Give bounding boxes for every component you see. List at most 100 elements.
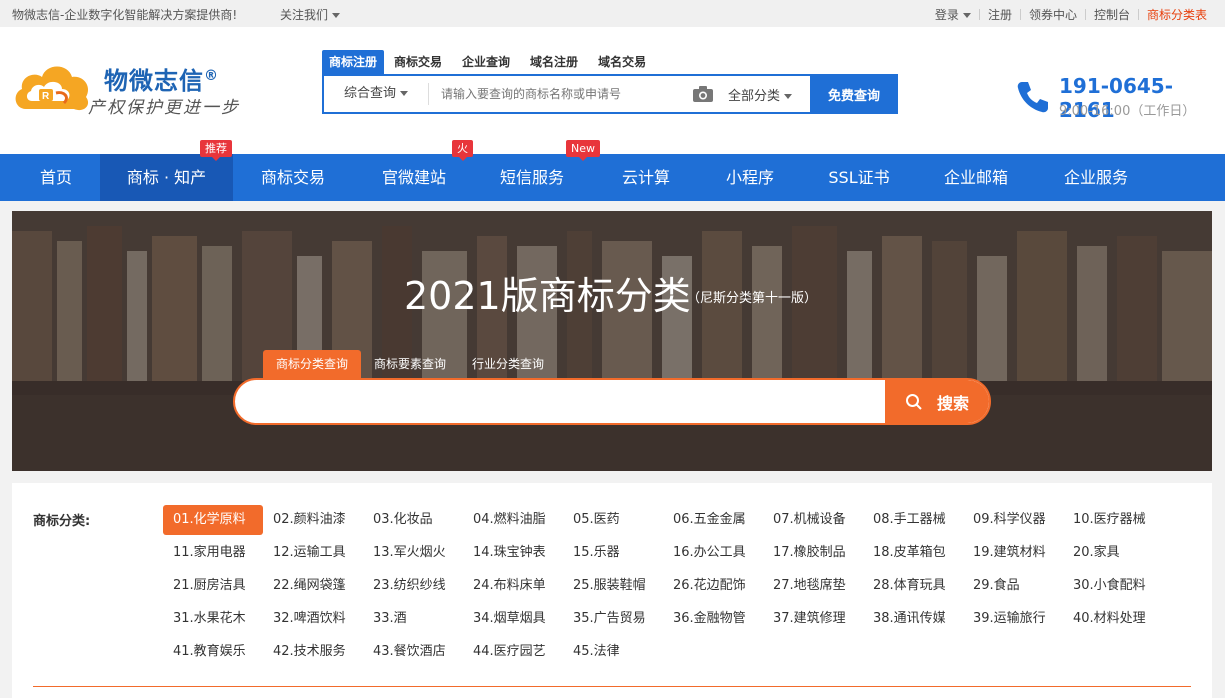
divider: [33, 686, 1191, 687]
category-item[interactable]: 43.餐饮酒店: [363, 637, 463, 670]
category-item[interactable]: 36.金融物管: [663, 604, 763, 637]
category-item[interactable]: 32.啤酒饮料: [263, 604, 363, 637]
tab-domain-register[interactable]: 域名注册: [520, 50, 588, 74]
chevron-down-icon: [400, 91, 409, 96]
tab-trademark-register[interactable]: 商标注册: [322, 50, 385, 74]
category-item[interactable]: 42.技术服务: [263, 637, 363, 670]
nav-cloud-computing[interactable]: 云计算: [603, 154, 689, 201]
category-item[interactable]: 20.家具: [1063, 538, 1163, 571]
category-item[interactable]: 07.机械设备: [763, 505, 863, 538]
category-item[interactable]: 05.医药: [563, 505, 663, 538]
category-item[interactable]: 18.皮革箱包: [863, 538, 963, 571]
category-item[interactable]: 21.厨房洁具: [163, 571, 263, 604]
category-item[interactable]: 24.布料床单: [463, 571, 563, 604]
nav-trademark-ip[interactable]: 商标 · 知产 推荐: [100, 140, 233, 201]
query-type-select[interactable]: 综合查询: [324, 83, 429, 105]
tab-company-query[interactable]: 企业查询: [452, 50, 520, 74]
search-button-label: 搜索: [936, 393, 969, 413]
nav-sms-service-label: 短信服务: [499, 168, 564, 187]
category-item[interactable]: 23.纺织纱线: [363, 571, 463, 604]
category-item[interactable]: 13.军火烟火: [363, 538, 463, 571]
category-item[interactable]: 35.广告贸易: [563, 604, 663, 637]
search-button[interactable]: 搜索: [885, 380, 989, 423]
cloud-logo-icon: R: [15, 66, 89, 111]
phone-icon: [1017, 82, 1048, 113]
classification-table-link[interactable]: 商标分类表: [1147, 6, 1207, 23]
category-item[interactable]: 09.科学仪器: [963, 505, 1063, 538]
chevron-down-icon: [962, 13, 971, 18]
header-search: 商标注册 商标交易 企业查询 域名注册 域名交易 综合查询 全部分类 免费查询: [322, 50, 898, 114]
category-item[interactable]: 04.燃料油脂: [463, 505, 563, 538]
divider: [1019, 9, 1021, 20]
category-item[interactable]: 17.橡胶制品: [763, 538, 863, 571]
category-item[interactable]: 44.医疗园艺: [463, 637, 563, 670]
follow-us-dropdown[interactable]: 关注我们: [280, 6, 341, 23]
nav-ssl-certificate[interactable]: SSL证书: [812, 154, 906, 201]
banner-subtitle: （尼斯分类第十一版）: [687, 291, 818, 306]
nav-sms-service[interactable]: 短信服务 New: [484, 140, 600, 201]
category-item[interactable]: 02.颜料油漆: [263, 505, 363, 538]
category-item[interactable]: 08.手工器械: [863, 505, 963, 538]
category-item[interactable]: 38.通讯传媒: [863, 604, 963, 637]
divider: [1084, 9, 1086, 20]
category-item[interactable]: 34.烟草烟具: [463, 604, 563, 637]
trademark-search-input[interactable]: [429, 87, 692, 101]
nav-website-build[interactable]: 官微建站 火: [364, 140, 473, 201]
classification-search-input[interactable]: [235, 380, 885, 423]
category-item[interactable]: 12.运输工具: [263, 538, 363, 571]
site-tagline: 物微志信-企业数字化智能解决方案提供商!: [12, 8, 238, 22]
search-icon: [905, 393, 922, 410]
category-label: 商标分类:: [33, 514, 91, 529]
category-item[interactable]: 41.教育娱乐: [163, 637, 263, 670]
console-link[interactable]: 控制台: [1094, 6, 1130, 23]
tab-element-query[interactable]: 商标要素查询: [361, 350, 459, 378]
category-item[interactable]: 25.服装鞋帽: [563, 571, 663, 604]
category-item[interactable]: 27.地毯席垫: [763, 571, 863, 604]
tab-domain-trade[interactable]: 域名交易: [588, 50, 656, 74]
category-item[interactable]: 39.运输旅行: [963, 604, 1063, 637]
category-item[interactable]: 14.珠宝钟表: [463, 538, 563, 571]
category-item[interactable]: 45.法律: [563, 637, 663, 670]
coupon-center-link[interactable]: 领券中心: [1029, 6, 1077, 23]
search-row: 综合查询 全部分类 免费查询: [322, 74, 898, 114]
nav-mini-program[interactable]: 小程序: [708, 154, 792, 201]
category-item[interactable]: 01.化学原料: [163, 505, 263, 535]
free-query-button[interactable]: 免费查询: [810, 74, 898, 114]
phone-contact: 191-0645-2161 9:00-16:00（工作日）: [1016, 72, 1216, 122]
camera-icon[interactable]: [692, 85, 714, 103]
service-hours: 9:00-16:00（工作日）: [1059, 104, 1196, 119]
nav-home[interactable]: 首页: [18, 154, 94, 201]
category-item[interactable]: 37.建筑修理: [763, 604, 863, 637]
category-item[interactable]: 22.绳网袋篷: [263, 571, 363, 604]
nav-enterprise-mail[interactable]: 企业邮箱: [926, 154, 1026, 201]
category-item[interactable]: 30.小食配料: [1063, 571, 1163, 604]
login-link[interactable]: 登录: [935, 6, 971, 23]
logo[interactable]: R 物微志信® 产权保护更进一步: [12, 57, 257, 119]
tab-industry-query[interactable]: 行业分类查询: [459, 350, 557, 378]
recommend-badge: 推荐: [200, 140, 232, 161]
category-item[interactable]: 06.五金金属: [663, 505, 763, 538]
register-link[interactable]: 注册: [988, 6, 1012, 23]
bookshelf-background: [12, 211, 1212, 471]
follow-us-label: 关注我们: [280, 8, 329, 22]
category-item[interactable]: 29.食品: [963, 571, 1063, 604]
login-label: 登录: [934, 8, 959, 22]
category-item[interactable]: 40.材料处理: [1063, 604, 1163, 637]
category-select[interactable]: 全部分类: [728, 85, 810, 104]
category-item[interactable]: 10.医疗器械: [1063, 505, 1163, 538]
category-item[interactable]: 28.体育玩具: [863, 571, 963, 604]
category-item[interactable]: 15.乐器: [563, 538, 663, 571]
category-item[interactable]: 33.酒: [363, 604, 463, 637]
nav-trademark-trade[interactable]: 商标交易: [243, 154, 343, 201]
divider: [978, 9, 980, 20]
divider: [1137, 9, 1139, 20]
category-item[interactable]: 26.花边配饰: [663, 571, 763, 604]
category-item[interactable]: 31.水果花木: [163, 604, 263, 637]
category-item[interactable]: 19.建筑材料: [963, 538, 1063, 571]
category-item[interactable]: 03.化妆品: [363, 505, 463, 538]
category-item[interactable]: 16.办公工具: [663, 538, 763, 571]
nav-enterprise-service[interactable]: 企业服务: [1046, 154, 1146, 201]
category-item[interactable]: 11.家用电器: [163, 538, 263, 571]
tab-class-query[interactable]: 商标分类查询: [263, 350, 362, 378]
tab-trademark-trade[interactable]: 商标交易: [384, 50, 452, 74]
